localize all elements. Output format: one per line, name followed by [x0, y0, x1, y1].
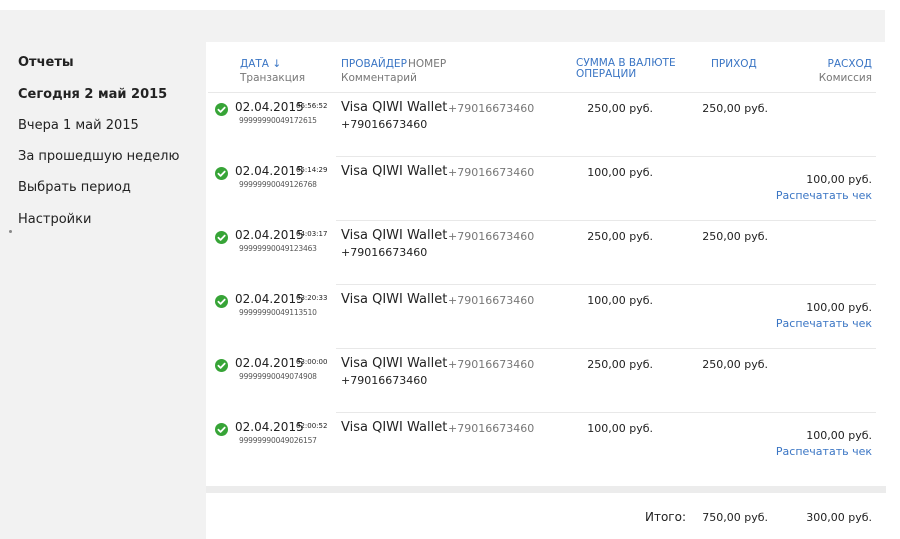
- total-income: 750,00 руб.: [702, 511, 768, 524]
- header-expense[interactable]: РАСХОД: [827, 58, 872, 70]
- row-provider: Visa QIWI Wallet: [341, 228, 448, 243]
- row-time: 03:00:00: [296, 358, 328, 366]
- sidebar-item-settings[interactable]: Настройки: [18, 212, 91, 227]
- row-transaction-id: 99999990049172615: [239, 116, 317, 125]
- row-amount: 250,00 руб.: [587, 230, 653, 243]
- row-divider: [336, 412, 876, 413]
- row-provider: Visa QIWI Wallet: [341, 292, 448, 307]
- header-income[interactable]: ПРИХОД: [711, 58, 757, 70]
- row-transaction-id: 99999990049113510: [239, 308, 317, 317]
- print-receipt-link[interactable]: Распечатать чек: [776, 445, 872, 458]
- header-commission: Комиссия: [818, 72, 872, 84]
- top-band: [0, 0, 900, 10]
- row-provider: Visa QIWI Wallet: [341, 356, 448, 371]
- row-time: 06:56:52: [296, 102, 328, 110]
- check-circle-icon: [215, 103, 228, 116]
- row-transaction-id: 99999990049026157: [239, 436, 317, 445]
- panel-top-strip: [206, 10, 886, 42]
- row-divider: [336, 348, 876, 349]
- total-label: Итого:: [645, 510, 686, 524]
- check-circle-icon: [215, 295, 228, 308]
- row-transaction-id: 99999990049123463: [239, 244, 317, 253]
- row-date: 02.04.2015: [235, 292, 304, 306]
- row-date: 02.04.2015: [235, 100, 304, 114]
- row-transaction-id: 99999990049074908: [239, 372, 317, 381]
- header-number: НОМЕР: [408, 58, 447, 70]
- check-circle-icon: [215, 423, 228, 436]
- row-number: +79016673460: [448, 358, 535, 371]
- row-amount: 100,00 руб.: [587, 166, 653, 179]
- check-circle-icon: [215, 359, 228, 372]
- print-receipt-link[interactable]: Распечатать чек: [776, 317, 872, 330]
- row-expense: 100,00 руб.: [806, 173, 872, 186]
- sidebar-item-today[interactable]: Сегодня 2 май 2015: [18, 87, 167, 102]
- row-date: 02.04.2015: [235, 228, 304, 242]
- right-margin: [885, 10, 900, 539]
- check-circle-icon: [215, 231, 228, 244]
- total-expense: 300,00 руб.: [806, 511, 872, 524]
- row-amount: 100,00 руб.: [587, 422, 653, 435]
- sidebar-item-yesterday[interactable]: Вчера 1 май 2015: [18, 118, 139, 133]
- header-comment: Комментарий: [341, 72, 417, 84]
- header-amount-line2: ОПЕРАЦИИ: [576, 68, 637, 80]
- row-comment: +79016673460: [341, 118, 428, 131]
- sidebar-item-choose-period[interactable]: Выбрать период: [18, 180, 131, 195]
- check-circle-icon: [215, 167, 228, 180]
- sidebar-item-reports[interactable]: Отчеты: [18, 55, 74, 70]
- row-time: 03:20:33: [296, 294, 328, 302]
- row-provider: Visa QIWI Wallet: [341, 164, 448, 179]
- row-number: +79016673460: [448, 294, 535, 307]
- row-number: +79016673460: [448, 230, 535, 243]
- row-number: +79016673460: [448, 422, 535, 435]
- row-expense: 100,00 руб.: [806, 429, 872, 442]
- row-amount: 100,00 руб.: [587, 294, 653, 307]
- row-comment: +79016673460: [341, 246, 428, 259]
- row-divider: [336, 284, 876, 285]
- header-divider: [208, 92, 876, 93]
- row-expense: 100,00 руб.: [806, 301, 872, 314]
- row-date: 02.04.2015: [235, 356, 304, 370]
- row-time: 04:03:17: [296, 230, 328, 238]
- row-transaction-id: 99999990049126768: [239, 180, 317, 189]
- row-income: 250,00 руб.: [702, 102, 768, 115]
- row-number: +79016673460: [448, 102, 535, 115]
- row-amount: 250,00 руб.: [587, 358, 653, 371]
- header-amount[interactable]: СУММА В ВАЛЮТЕ ОПЕРАЦИИ: [576, 58, 676, 80]
- row-number: +79016673460: [448, 166, 535, 179]
- row-income: 250,00 руб.: [702, 358, 768, 371]
- row-amount: 250,00 руб.: [587, 102, 653, 115]
- totals-footer: Итого: 750,00 руб. 300,00 руб.: [206, 493, 886, 539]
- row-date: 02.04.2015: [235, 164, 304, 178]
- header-provider[interactable]: ПРОВАЙДЕР: [341, 58, 407, 70]
- print-receipt-link[interactable]: Распечатать чек: [776, 189, 872, 202]
- sidebar: Отчеты Сегодня 2 май 2015 Вчера 1 май 20…: [0, 10, 206, 539]
- header-date-sort[interactable]: ДАТА ↓: [240, 58, 281, 70]
- sidebar-item-last-week[interactable]: За прошедшую неделю: [18, 149, 179, 164]
- bullet-icon: [9, 230, 12, 233]
- row-provider: Visa QIWI Wallet: [341, 100, 448, 115]
- row-divider: [336, 220, 876, 221]
- row-time: 05:14:29: [296, 166, 328, 174]
- row-divider: [336, 156, 876, 157]
- row-time: 02:00:52: [296, 422, 328, 430]
- row-provider: Visa QIWI Wallet: [341, 420, 448, 435]
- row-comment: +79016673460: [341, 374, 428, 387]
- row-date: 02.04.2015: [235, 420, 304, 434]
- header-transaction: Транзакция: [240, 72, 306, 84]
- footer-separator: [206, 486, 886, 493]
- row-income: 250,00 руб.: [702, 230, 768, 243]
- transactions-panel: ДАТА ↓ Транзакция ПРОВАЙДЕР НОМЕР Коммен…: [206, 42, 886, 486]
